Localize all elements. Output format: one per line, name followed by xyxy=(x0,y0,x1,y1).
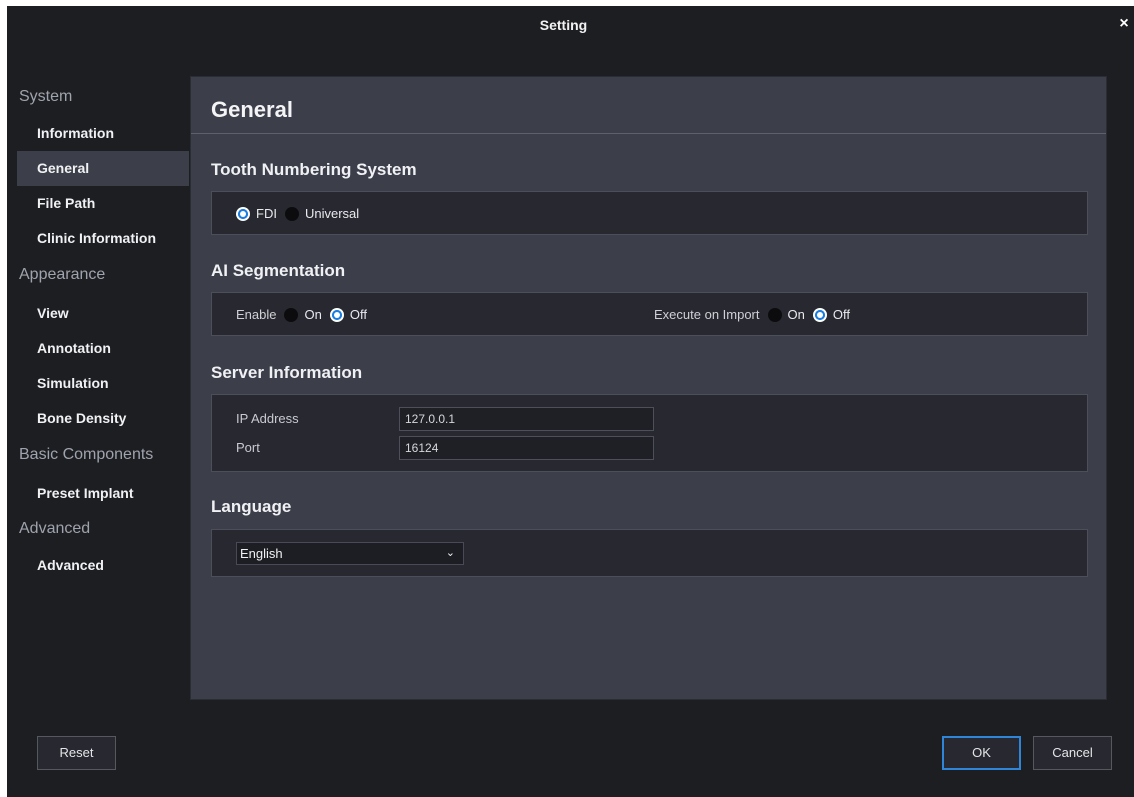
window-title: Setting xyxy=(539,17,588,33)
language-select[interactable]: English ⌄ xyxy=(236,542,464,565)
sidebar-category-system: System xyxy=(19,88,73,105)
general-settings-panel: General Tooth Numbering System FDI Unive… xyxy=(190,76,1107,700)
sidebar-item-advanced[interactable]: Advanced xyxy=(17,548,189,583)
ai-enable-off-label: Off xyxy=(349,307,367,322)
language-box: English ⌄ xyxy=(211,529,1088,577)
sidebar-item-clinic-information[interactable]: Clinic Information xyxy=(17,221,189,256)
tooth-numbering-title: Tooth Numbering System xyxy=(211,160,417,179)
titlebar: Setting × xyxy=(7,6,1134,44)
ip-address-label: IP Address xyxy=(236,411,299,426)
sidebar-item-general[interactable]: General xyxy=(17,151,189,186)
cancel-button[interactable]: Cancel xyxy=(1033,736,1112,770)
fdi-radio[interactable] xyxy=(236,206,250,221)
sidebar-item-simulation[interactable]: Simulation xyxy=(17,366,189,401)
panel-header: General xyxy=(191,77,1106,134)
tooth-numbering-box: FDI Universal xyxy=(211,191,1088,235)
server-information-title: Server Information xyxy=(211,363,363,382)
sidebar-item-bone-density[interactable]: Bone Density xyxy=(17,401,189,436)
fdi-label: FDI xyxy=(256,206,277,221)
ai-import-label: Execute on Import xyxy=(654,307,760,322)
settings-window: Setting × System Information General Fil… xyxy=(7,6,1134,797)
ai-segmentation-title: AI Segmentation xyxy=(211,261,346,280)
universal-label: Universal xyxy=(304,206,360,221)
close-icon[interactable]: × xyxy=(1117,15,1131,33)
sidebar-item-annotation[interactable]: Annotation xyxy=(17,331,189,366)
ai-enable-on-radio[interactable] xyxy=(284,307,299,322)
ai-import-on-radio[interactable] xyxy=(767,307,782,322)
port-input[interactable] xyxy=(399,436,654,460)
tooth-numbering-options: FDI Universal xyxy=(236,206,367,221)
ai-import-row: Execute on Import On Off xyxy=(654,307,858,322)
ai-segmentation-box: Enable On Off Execute on Import On Off xyxy=(211,292,1088,336)
sidebar-item-preset-implant[interactable]: Preset Implant xyxy=(17,476,189,511)
ai-import-off-radio[interactable] xyxy=(812,307,827,322)
chevron-down-icon: ⌄ xyxy=(445,547,455,559)
port-label: Port xyxy=(236,440,260,455)
ai-enable-on-label: On xyxy=(304,307,322,322)
sidebar-category-advanced: Advanced xyxy=(19,520,91,537)
language-selected-value: English xyxy=(240,546,283,561)
sidebar-category-appearance: Appearance xyxy=(19,266,106,283)
sidebar-item-file-path[interactable]: File Path xyxy=(17,186,189,221)
ok-button[interactable]: OK xyxy=(942,736,1021,770)
language-title: Language xyxy=(211,497,292,516)
ai-import-off-label: Off xyxy=(832,307,850,322)
panel-title: General xyxy=(211,97,293,122)
sidebar-item-information[interactable]: Information xyxy=(17,116,189,151)
universal-radio[interactable] xyxy=(284,206,299,221)
ai-import-on-label: On xyxy=(787,307,805,322)
ai-enable-off-radio[interactable] xyxy=(329,307,344,322)
reset-button[interactable]: Reset xyxy=(37,736,116,770)
sidebar-item-view[interactable]: View xyxy=(17,296,189,331)
ai-enable-label: Enable xyxy=(236,307,277,322)
sidebar-category-basic-components: Basic Components xyxy=(19,446,154,463)
server-information-box: IP Address Port xyxy=(211,394,1088,472)
ip-address-input[interactable] xyxy=(399,407,654,431)
ai-enable-row: Enable On Off xyxy=(236,307,375,322)
